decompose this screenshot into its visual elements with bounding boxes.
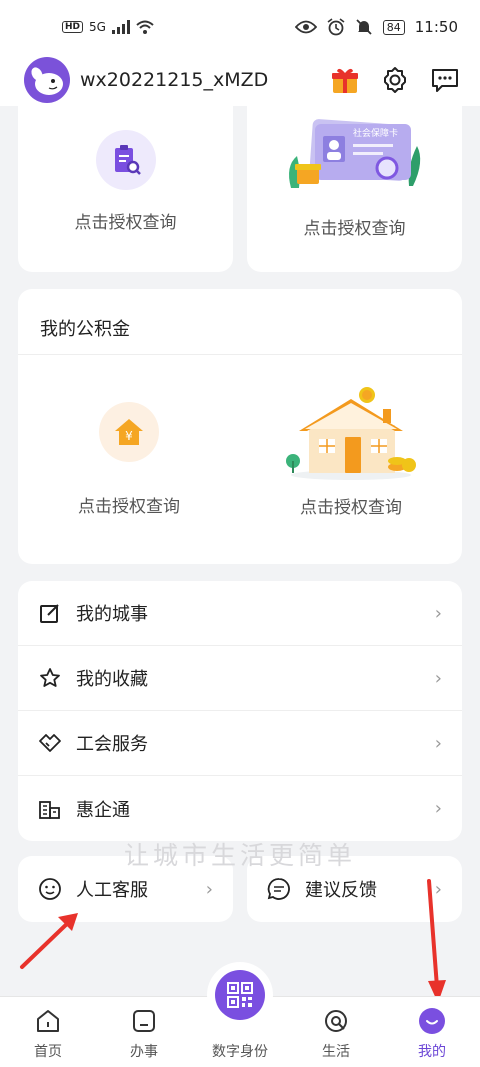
customer-service-label: 人工客服 bbox=[76, 880, 148, 901]
tab-label: 我的 bbox=[418, 1044, 446, 1060]
qr-code-button[interactable] bbox=[215, 970, 265, 1020]
clipboard-search-icon bbox=[95, 130, 156, 190]
qr-code-icon bbox=[227, 982, 253, 1008]
edit-icon bbox=[38, 601, 62, 625]
network-status: HD 5G bbox=[62, 20, 154, 34]
yuan-glyph: ¥ bbox=[125, 429, 133, 443]
tab-label: 数字身份 bbox=[212, 1044, 268, 1060]
mascot-icon bbox=[31, 67, 63, 95]
menu-list: 我的城事 › 我的收藏 › 工会服务 › 惠企通 › bbox=[18, 581, 462, 841]
bottom-tab-bar: 首页 办事 数字身份 生活 我的 bbox=[0, 962, 480, 1067]
tab-tasks[interactable]: 办事 bbox=[96, 997, 192, 1067]
home-icon bbox=[34, 1007, 62, 1035]
house-coins-illustration bbox=[285, 385, 417, 481]
building-icon bbox=[38, 797, 62, 821]
life-icon bbox=[322, 1007, 350, 1035]
task-icon bbox=[130, 1007, 158, 1035]
social-card-left[interactable]: 点击授权查询 bbox=[18, 106, 233, 272]
handshake-icon bbox=[38, 731, 62, 755]
chevron-right-icon: › bbox=[434, 798, 442, 819]
profile-icon bbox=[418, 1007, 446, 1035]
tab-profile[interactable]: 我的 bbox=[384, 997, 480, 1067]
network-type: 5G bbox=[89, 20, 106, 34]
menu-item-union-services[interactable]: 工会服务 › bbox=[18, 711, 462, 776]
mute-icon bbox=[356, 19, 372, 35]
alarm-icon bbox=[327, 18, 345, 36]
chevron-right-icon: › bbox=[434, 667, 442, 689]
eye-icon bbox=[294, 20, 317, 34]
status-bar: HD 5G 84 11:50 bbox=[0, 0, 480, 54]
fund-query-label-left: 点击授权查询 bbox=[78, 497, 180, 517]
card-illustration-text: 社会保障卡 bbox=[353, 127, 398, 139]
tab-home[interactable]: 首页 bbox=[0, 997, 96, 1067]
slogan: 让城市生活更简单 bbox=[123, 841, 356, 870]
menu-item-city-affairs[interactable]: 我的城事 › bbox=[18, 581, 462, 646]
tab-life[interactable]: 生活 bbox=[288, 997, 384, 1067]
battery-indicator: 84 bbox=[382, 19, 405, 35]
support-icon bbox=[38, 877, 62, 901]
gift-icon[interactable] bbox=[330, 65, 360, 95]
username[interactable]: wx20221215_xMZD bbox=[80, 69, 330, 91]
social-card-query-label: 点击授权查询 bbox=[303, 219, 406, 239]
tab-label: 办事 bbox=[130, 1044, 158, 1060]
fund-query-left[interactable]: ¥ 点击授权查询 bbox=[18, 355, 240, 518]
star-icon bbox=[38, 666, 62, 690]
feedback-icon bbox=[267, 877, 291, 901]
wifi-icon bbox=[136, 20, 154, 34]
profile-header: wx20221215_xMZD bbox=[0, 54, 480, 106]
fund-query-right[interactable]: 点击授权查询 bbox=[240, 355, 462, 518]
housing-fund-card: 我的公积金 ¥ 点击授权查询 点击授权查询 bbox=[18, 289, 462, 564]
avatar[interactable] bbox=[24, 57, 70, 103]
fund-query-label-right: 点击授权查询 bbox=[300, 498, 402, 518]
system-status: 84 11:50 bbox=[294, 18, 458, 36]
menu-item-favorites[interactable]: 我的收藏 › bbox=[18, 646, 462, 711]
yuan-house-icon: ¥ bbox=[99, 402, 159, 462]
chevron-right-icon: › bbox=[434, 732, 442, 754]
social-card-right[interactable]: 社会保障卡 点击授权查询 bbox=[247, 106, 462, 272]
housing-fund-title: 我的公积金 bbox=[18, 289, 462, 355]
gear-icon[interactable] bbox=[380, 65, 410, 95]
tab-label: 生活 bbox=[322, 1044, 350, 1060]
signal-icon bbox=[111, 20, 130, 34]
clock: 11:50 bbox=[414, 18, 458, 36]
annotation-arrow-left bbox=[20, 913, 78, 969]
chevron-right-icon: › bbox=[205, 878, 213, 900]
social-query-label: 点击授权查询 bbox=[74, 213, 177, 233]
feedback-label: 建议反馈 bbox=[305, 880, 377, 901]
chevron-right-icon: › bbox=[434, 602, 442, 624]
menu-label: 我的收藏 bbox=[76, 669, 148, 690]
menu-label: 惠企通 bbox=[76, 799, 130, 821]
menu-label: 工会服务 bbox=[76, 734, 148, 755]
chat-icon[interactable] bbox=[430, 65, 460, 95]
tab-label: 首页 bbox=[34, 1044, 62, 1060]
menu-label: 我的城事 bbox=[76, 604, 148, 625]
social-security-card-illustration: 社会保障卡 bbox=[275, 116, 435, 196]
hd-badge: HD bbox=[62, 21, 84, 33]
menu-item-enterprise[interactable]: 惠企通 › bbox=[18, 776, 462, 841]
annotation-arrow-right bbox=[427, 879, 446, 1003]
